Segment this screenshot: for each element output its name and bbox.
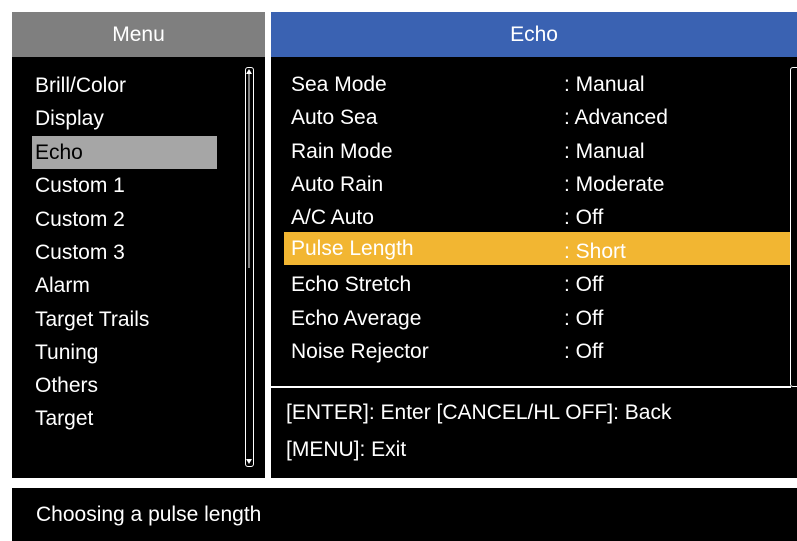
menu-item-echo[interactable]: Echo [32,136,217,169]
help-text-enter-back: [ENTER]: Enter [CANCEL/HL OFF]: Back [286,401,672,424]
setting-row-noise-rejector[interactable]: Noise Rejector : Off [287,335,791,368]
caption-text: Choosing a pulse length [36,503,262,526]
setting-name: Rain Mode [291,140,393,163]
setting-name: Sea Mode [291,73,387,96]
menu-item-custom-2[interactable]: Custom 2 [32,203,220,236]
menu-title: Menu [12,12,265,57]
menu-item-target[interactable]: Target [32,402,220,435]
setting-row-ac-auto[interactable]: A/C Auto : Off [287,201,791,234]
setting-value: : Off [564,307,604,330]
setting-value: : Off [564,206,604,229]
menu-item-custom-1[interactable]: Custom 1 [32,169,220,202]
scrollbar-arrows-icon [246,69,252,464]
caption-bar: Choosing a pulse length [12,488,797,541]
help-text-menu-exit: [MENU]: Exit [286,438,407,461]
setting-row-echo-average[interactable]: Echo Average : Off [287,302,791,335]
setting-value: : Manual [564,140,645,163]
setting-value: : Moderate [564,173,665,196]
setting-name: Echo Stretch [291,273,412,296]
setting-value: : Manual [564,73,645,96]
setting-value: : Advanced [564,106,668,129]
menu-item-tuning[interactable]: Tuning [32,336,220,369]
menu-item-custom-3[interactable]: Custom 3 [32,236,220,269]
menu-item-others[interactable]: Others [32,369,220,402]
setting-row-auto-sea[interactable]: Auto Sea : Advanced [287,101,791,134]
setting-name: A/C Auto [291,206,374,229]
setting-name: Echo Average [291,307,422,330]
echo-panel: Echo Sea Mode : Manual Auto Sea : Advanc… [271,12,797,478]
setting-name: Auto Rain [291,173,384,196]
setting-row-auto-rain[interactable]: Auto Rain : Moderate [287,168,791,201]
menu-scrollbar[interactable] [245,67,254,467]
setting-row-pulse-length[interactable]: Pulse Length : Short [284,232,790,265]
setting-name: Auto Sea [291,106,378,129]
setting-row-rain-mode[interactable]: Rain Mode : Manual [287,135,791,168]
setting-value: : Short [564,240,626,263]
setting-row-echo-stretch[interactable]: Echo Stretch : Off [287,268,791,301]
echo-title: Echo [271,12,797,57]
menu-item-target-trails[interactable]: Target Trails [32,303,220,336]
setting-row-sea-mode[interactable]: Sea Mode : Manual [287,68,791,101]
setting-name: Noise Rejector [291,340,429,363]
setting-value: : Off [564,273,604,296]
setting-value: : Off [564,340,604,363]
menu-item-brill-color[interactable]: Brill/Color [32,69,220,102]
menu-item-alarm[interactable]: Alarm [32,269,220,302]
setting-name: Pulse Length [291,237,414,260]
menu-panel: Menu Brill/Color Display Echo Custom 1 C… [12,12,265,478]
menu-item-display[interactable]: Display [32,102,220,135]
settings-scrollbar[interactable] [790,67,797,387]
divider [271,386,791,388]
